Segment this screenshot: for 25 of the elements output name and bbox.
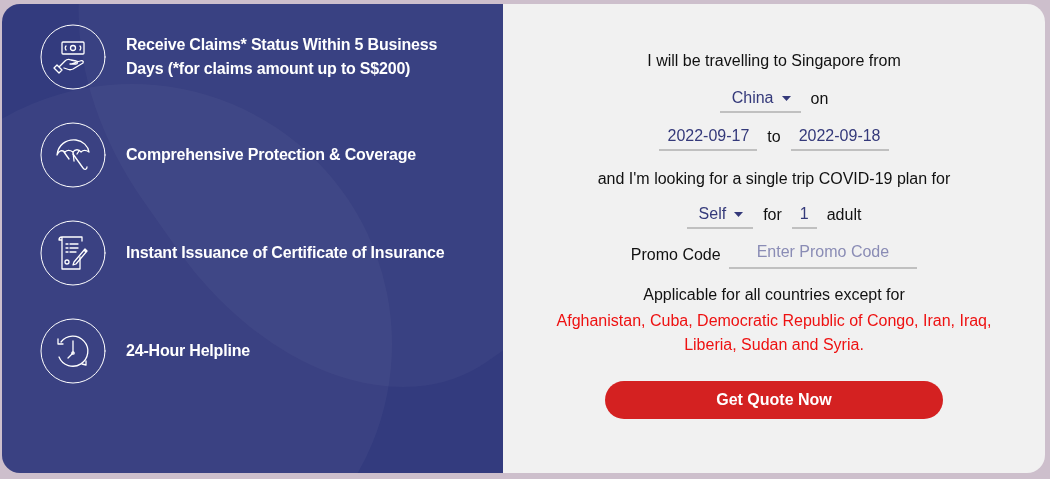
umbrella-icon <box>40 122 106 188</box>
feature-text: 24-Hour Helpline <box>126 341 251 361</box>
certificate-icon <box>40 220 106 286</box>
intro-text: I will be travelling to Singapore from <box>647 51 901 71</box>
promo-label: Promo Code <box>630 245 721 265</box>
feature-text: Receive Claims* Status Within 5 Business Days (*for claims amount up to S$200) <box>126 35 439 79</box>
adult-label: adult <box>826 205 862 225</box>
get-quote-button[interactable]: Get Quote Now <box>605 381 943 419</box>
on-label: on <box>810 89 829 109</box>
applicable-text: Applicable for all countries except for <box>643 285 905 305</box>
clock-icon <box>40 318 106 384</box>
feature-text: Instant Issuance of Certificate of Insurance <box>126 243 446 263</box>
feature-text: Comprehensive Protection & Coverage <box>126 145 417 165</box>
traveller-dropdown[interactable]: Self <box>686 201 754 229</box>
excluded-countries-text: Afghanistan, Cuba, Democratic Republic of Congo, Iran, Iraq, Liberia, Sudan and Syria. <box>555 311 993 355</box>
count-field[interactable]: 1 <box>791 201 817 229</box>
money-icon <box>40 24 106 90</box>
start-date-field[interactable]: 2022-09-17 <box>659 123 758 151</box>
caret-icon <box>734 211 744 217</box>
to-label: to <box>767 127 781 147</box>
country-dropdown[interactable]: China <box>719 85 801 113</box>
plan-text: and I'm looking for a single trip COVID-19 plan for <box>597 169 951 189</box>
caret-icon <box>781 95 791 101</box>
end-date-field[interactable]: 2022-09-18 <box>790 123 889 151</box>
for-label: for <box>763 205 782 225</box>
